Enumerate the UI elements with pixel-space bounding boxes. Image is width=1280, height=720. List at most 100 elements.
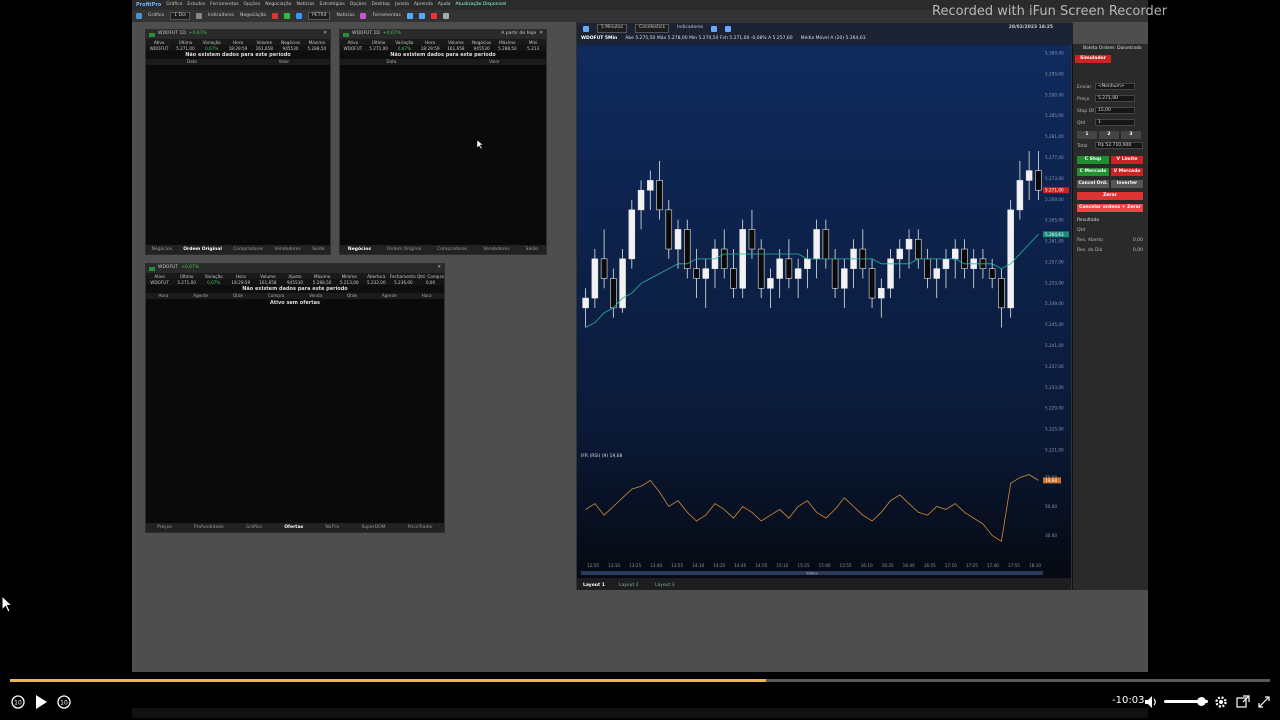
send-select[interactable]: <Nenhum>: [1095, 83, 1135, 90]
tab-active[interactable]: Negócios: [348, 247, 371, 252]
volume-slider-knob[interactable]: [1197, 697, 1206, 706]
zoom-icon[interactable]: [725, 25, 732, 32]
play-icon[interactable]: [284, 13, 291, 19]
window-icon[interactable]: [406, 13, 413, 19]
rsi-label: IFR (RSI) (9) 19,68: [581, 453, 623, 459]
chart-indicators[interactable]: Indicadores: [677, 26, 703, 31]
tab[interactable]: Compradores: [437, 247, 467, 252]
video-progress-bar[interactable]: [10, 679, 1270, 682]
flatten-button[interactable]: Zerar: [1077, 192, 1143, 200]
chart-timeframe[interactable]: 5 Minutos: [597, 24, 627, 33]
qty-preset-button[interactable]: 3: [1121, 131, 1141, 139]
record-icon[interactable]: [272, 13, 279, 19]
y-tick-label: 5.300,00: [1045, 51, 1064, 56]
fullscreen-icon[interactable]: [1257, 695, 1271, 709]
window-icon[interactable]: [418, 13, 425, 19]
tab[interactable]: Saldo: [312, 247, 324, 252]
invert-button[interactable]: Inverter: [1111, 180, 1143, 188]
cancel-and-flatten-button[interactable]: Cancelar ordens + Zerar: [1077, 204, 1143, 212]
menu-item[interactable]: Notícias: [297, 2, 315, 8]
tab[interactable]: NoTrix: [325, 525, 339, 530]
volume-icon[interactable]: [1144, 695, 1158, 709]
menu-item[interactable]: Ajuda: [438, 2, 451, 8]
y-tick-label: 5.249,00: [1045, 301, 1064, 306]
qty-preset-button[interactable]: 1: [1077, 131, 1097, 139]
news-icon[interactable]: [360, 13, 367, 19]
indicators-icon[interactable]: [195, 13, 202, 19]
qty-preset-button[interactable]: 2: [1099, 131, 1119, 139]
tab[interactable]: Saldo: [526, 247, 538, 252]
draw-tool-icon[interactable]: [583, 25, 589, 32]
cell: WDOFUT: [150, 279, 169, 285]
menu-item[interactable]: Estratégias: [319, 2, 344, 8]
layout-tab[interactable]: Layout 3: [655, 582, 675, 588]
col-header: Valor: [278, 59, 290, 64]
menu-item[interactable]: Janela: [395, 2, 409, 8]
col-header: Variação: [395, 39, 414, 45]
x-tick-label: 17:40: [987, 563, 999, 568]
stop-offset-input[interactable]: 15,00: [1095, 107, 1135, 114]
tab[interactable]: Profundidade: [194, 525, 224, 530]
grid-icon[interactable]: [296, 13, 303, 19]
menu-item[interactable]: Estudos: [187, 2, 205, 8]
tab[interactable]: Preços: [157, 525, 172, 530]
menu-item[interactable]: Opções: [350, 2, 367, 8]
buy-market-button[interactable]: C Mercado: [1077, 168, 1109, 176]
simulator-badge[interactable]: Simulador: [1075, 55, 1111, 63]
candle-body: [591, 258, 599, 299]
gear-icon[interactable]: [442, 13, 449, 19]
price-input[interactable]: 5.271,00: [1095, 95, 1135, 102]
price-chart[interactable]: 5.300,00 5.295,00 5.290,00 5.285,00 5.281,00…: [577, 45, 1071, 590]
toolbar-news[interactable]: Notícias: [336, 13, 354, 19]
toolbar-tools[interactable]: Ferramentas: [372, 13, 400, 19]
tab-active[interactable]: Ofertas: [284, 525, 303, 530]
menu-item[interactable]: Ferramentas: [210, 2, 238, 8]
toolbar-asset[interactable]: PETR4: [308, 11, 331, 21]
layout-tab[interactable]: Layout 2: [619, 582, 639, 588]
menu-item[interactable]: Opções: [244, 2, 261, 8]
close-icon[interactable]: ✕: [323, 32, 327, 37]
candle-body: [831, 258, 839, 289]
cancel-orders-button[interactable]: Cancel Ord.: [1077, 180, 1109, 188]
sell-market-button[interactable]: V Mercado: [1111, 168, 1143, 176]
x-tick-label: 14:55: [755, 563, 767, 568]
rewind-10-icon[interactable]: 10: [10, 694, 26, 710]
period-label[interactable]: A partir de hoje: [501, 32, 536, 37]
buy-stop-button[interactable]: C Stop: [1077, 156, 1109, 164]
panel-title-bar: WDOFUT 1D +0,67% ✕: [146, 30, 330, 39]
panel-change: +0,67%: [188, 31, 207, 37]
toolbar-period[interactable]: 1 Dia: [170, 11, 190, 21]
chart-icon[interactable]: [136, 13, 142, 19]
settings-gear-icon[interactable]: [1214, 695, 1228, 709]
zoom-icon[interactable]: [711, 25, 718, 32]
quantity-input[interactable]: 1: [1095, 119, 1135, 126]
menu-item[interactable]: Atualização Disponível: [456, 2, 507, 8]
menu-item[interactable]: Gráfico: [166, 2, 182, 8]
y-tick-label: 5.265,00: [1045, 218, 1064, 223]
popout-icon[interactable]: [1236, 695, 1250, 709]
chart-style[interactable]: Candlestick: [635, 24, 670, 33]
toolbar-chart[interactable]: Gráfico: [148, 13, 164, 19]
layout-tab[interactable]: Layout 1: [583, 582, 605, 588]
tab-active[interactable]: Ordem Original: [183, 247, 222, 252]
close-icon[interactable]: ✕: [539, 32, 543, 37]
menu-item[interactable]: Aprenda: [414, 2, 433, 8]
tab[interactable]: PriceTrader: [408, 525, 433, 530]
play-icon[interactable]: [34, 694, 48, 710]
alert-icon[interactable]: [430, 13, 437, 19]
menu-item[interactable]: Negociação: [265, 2, 291, 8]
tab[interactable]: Negócios: [152, 247, 173, 252]
tab[interactable]: Vendedores: [483, 247, 509, 252]
tab[interactable]: Compradores: [233, 247, 263, 252]
close-icon[interactable]: ✕: [437, 266, 441, 271]
tab[interactable]: SuperDOM: [361, 525, 385, 530]
toolbar-trading[interactable]: Negociação: [240, 13, 266, 19]
menu-item[interactable]: Desktop: [372, 2, 391, 8]
tab[interactable]: Gráfico: [246, 525, 262, 530]
x-tick-label: 16:10: [861, 563, 873, 568]
tab[interactable]: Vendedores: [274, 247, 300, 252]
forward-10-icon[interactable]: 10: [56, 694, 72, 710]
sell-limit-button[interactable]: V Limite: [1111, 156, 1143, 164]
toolbar-indicators[interactable]: Indicadores: [208, 13, 234, 19]
tab[interactable]: Ordem Original: [387, 247, 421, 252]
